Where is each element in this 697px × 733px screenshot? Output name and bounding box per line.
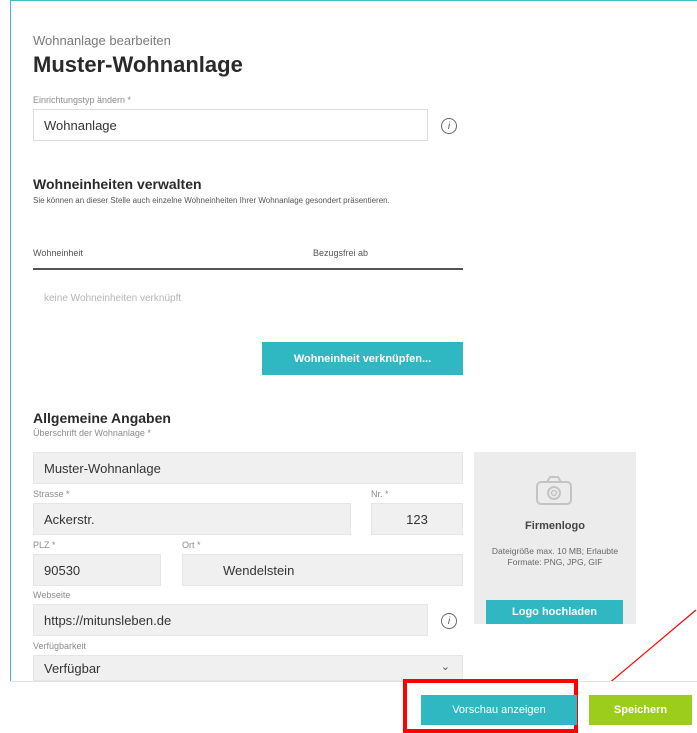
chevron-down-icon: ⌄ <box>440 661 450 673</box>
headline-input[interactable]: Muster-Wohnanlage <box>33 452 463 484</box>
camera-icon <box>535 476 573 505</box>
nr-label: Nr. * <box>371 489 389 499</box>
ort-input[interactable]: Wendelstein <box>182 554 463 586</box>
availability-value: Verfügbar <box>44 660 101 676</box>
availability-label: Verfügbarkeit <box>33 641 87 651</box>
availability-select[interactable]: Verfügbar ⌄ <box>33 655 463 681</box>
info-icon[interactable]: i <box>441 613 457 629</box>
units-heading: Wohneinheiten verwalten <box>33 176 202 192</box>
website-label: Webseite <box>33 590 71 600</box>
street-label: Strasse * <box>33 489 70 499</box>
column-header-available-from: Bezugsfrei ab <box>313 248 369 258</box>
general-heading: Allgemeine Angaben <box>33 410 171 426</box>
units-description: Sie können an dieser Stelle auch einzeln… <box>33 196 390 205</box>
nr-input[interactable]: 123 <box>371 503 463 535</box>
info-icon[interactable]: i <box>441 118 457 134</box>
units-empty-text: keine Wohneinheiten verknüpft <box>44 293 182 304</box>
column-header-unit: Wohneinheit <box>33 248 83 258</box>
ort-label: Ort * <box>182 540 201 550</box>
save-button[interactable]: Speichern <box>589 695 692 725</box>
facility-type-input[interactable]: Wohnanlage <box>33 109 428 141</box>
street-input[interactable]: Ackerstr. <box>33 503 351 535</box>
logo-info: Dateigröße max. 10 MB; Erlaubte Formate:… <box>491 546 619 567</box>
plz-input[interactable]: 90530 <box>33 554 161 586</box>
website-input[interactable]: https://mitunsleben.de <box>33 604 428 636</box>
preview-button[interactable]: Vorschau anzeigen <box>421 695 577 725</box>
logo-title: Firmenlogo <box>525 520 585 532</box>
headline-label: Überschrift der Wohnanlage * <box>33 428 151 438</box>
facility-type-label: Einrichtungstyp ändern * <box>33 95 132 105</box>
page-title: Muster-Wohnanlage <box>33 52 243 77</box>
logo-panel: Firmenlogo Dateigröße max. 10 MB; Erlaub… <box>474 452 636 624</box>
plz-label: PLZ * <box>33 540 56 550</box>
link-unit-button[interactable]: Wohneinheit verknüpfen... <box>262 342 463 375</box>
page-subtitle: Wohnanlage bearbeiten <box>33 33 171 48</box>
table-header-divider <box>33 268 463 270</box>
